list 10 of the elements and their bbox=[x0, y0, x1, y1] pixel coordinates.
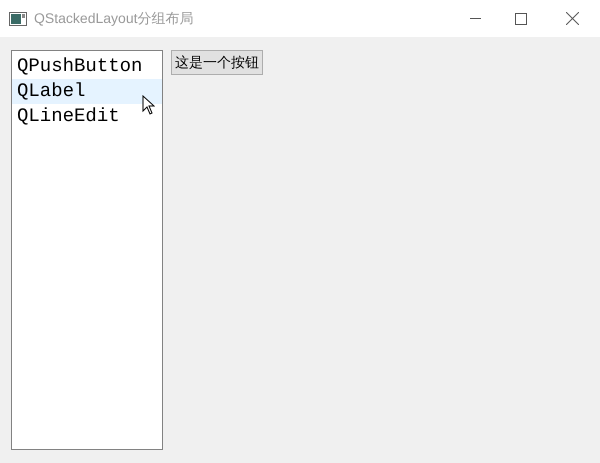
push-button[interactable]: 这是一个按钮 bbox=[171, 50, 263, 75]
window-icon bbox=[9, 12, 27, 26]
window-title: QStackedLayout分组布局 bbox=[34, 9, 194, 28]
close-icon bbox=[566, 12, 578, 25]
minimize-icon bbox=[470, 18, 480, 19]
mouse-pointer-icon bbox=[142, 95, 155, 115]
list-item[interactable]: QLineEdit bbox=[12, 104, 162, 129]
maximize-icon bbox=[515, 12, 527, 24]
list-item[interactable]: QLabel bbox=[12, 79, 162, 104]
list-item[interactable]: QPushButton bbox=[12, 54, 162, 79]
